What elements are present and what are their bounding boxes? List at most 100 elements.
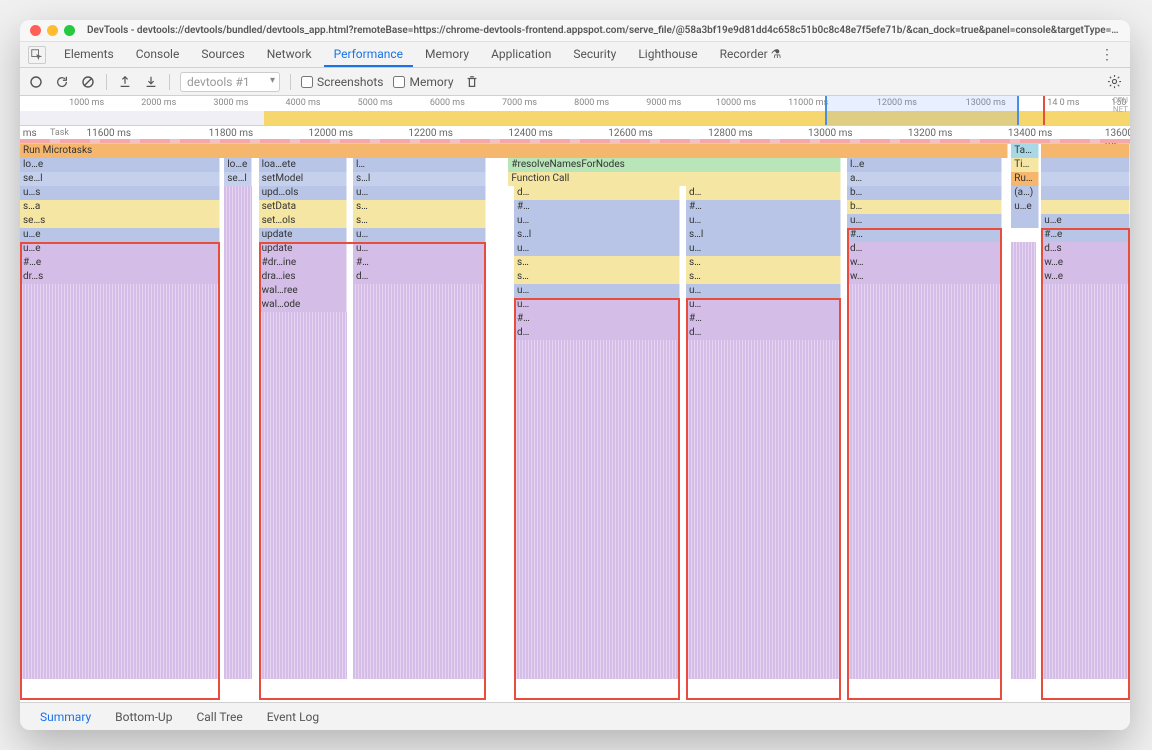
- flame-bar[interactable]: update: [259, 242, 348, 256]
- flame-bar[interactable]: [1041, 158, 1130, 172]
- flame-deep-stack[interactable]: [686, 340, 841, 679]
- flame-deep-stack[interactable]: [847, 284, 1002, 679]
- details-tab-bottomup[interactable]: Bottom-Up: [105, 706, 182, 728]
- flame-chart[interactable]: Run MicrotasksTasklo…elo…eloa…etel…#reso…: [20, 144, 1130, 702]
- details-tab-summary[interactable]: Summary: [30, 706, 101, 728]
- timeline-overview[interactable]: 1000 ms2000 ms3000 ms4000 ms5000 ms6000 …: [20, 96, 1130, 126]
- flame-bar[interactable]: [1041, 186, 1130, 200]
- profile-selector[interactable]: devtools #1: [180, 72, 280, 92]
- flame-bar[interactable]: s…l: [353, 172, 486, 186]
- flame-bar[interactable]: d…s: [1041, 242, 1130, 256]
- flame-bar[interactable]: #…: [686, 312, 841, 326]
- flame-bar[interactable]: wal…ode: [259, 298, 348, 312]
- flame-bar[interactable]: s…a: [20, 200, 220, 214]
- flame-ruler[interactable]: Task 400 ms11600 ms11800 ms12000 ms12200…: [20, 126, 1130, 144]
- flame-bar[interactable]: dr…s: [20, 270, 220, 284]
- flame-bar[interactable]: #…: [686, 200, 841, 214]
- trash-icon[interactable]: [464, 74, 480, 90]
- flame-bar[interactable]: s…: [686, 270, 841, 284]
- flame-bar[interactable]: upd…ols: [259, 186, 348, 200]
- panel-tab-network[interactable]: Network: [257, 43, 322, 67]
- flame-bar[interactable]: u…: [514, 214, 681, 228]
- flame-bar[interactable]: d…: [514, 326, 681, 340]
- flame-bar[interactable]: s…: [514, 270, 681, 284]
- memory-checkbox[interactable]: Memory: [393, 75, 453, 89]
- flame-bar[interactable]: setData: [259, 200, 348, 214]
- flame-bar[interactable]: se…l: [20, 172, 220, 186]
- maximize-window-icon[interactable]: [64, 25, 75, 36]
- upload-icon[interactable]: [117, 74, 133, 90]
- flame-bar[interactable]: u…e: [1041, 214, 1130, 228]
- flame-bar[interactable]: u…e: [20, 228, 220, 242]
- flame-bar[interactable]: update: [259, 228, 348, 242]
- flame-bar[interactable]: [1041, 144, 1130, 158]
- flame-bar[interactable]: Timer Fired: [1011, 158, 1039, 172]
- flame-bar[interactable]: #…e: [1041, 228, 1130, 242]
- flame-bar[interactable]: s…: [353, 200, 486, 214]
- flame-deep-stack[interactable]: [514, 340, 681, 679]
- flame-bar[interactable]: u…: [686, 242, 841, 256]
- clear-icon[interactable]: [80, 74, 96, 90]
- flame-bar[interactable]: Run Microtasks: [20, 144, 1008, 158]
- panel-tab-console[interactable]: Console: [126, 43, 190, 67]
- flame-bar[interactable]: lo…e: [224, 158, 252, 172]
- flame-bar[interactable]: lo…e: [20, 158, 220, 172]
- flame-bar[interactable]: #…: [847, 228, 1002, 242]
- flame-bar[interactable]: d…: [847, 242, 1002, 256]
- details-tab-eventlog[interactable]: Event Log: [257, 706, 329, 728]
- panel-tab-lighthouse[interactable]: Lighthouse: [628, 43, 707, 67]
- flame-bar[interactable]: d…: [686, 186, 841, 200]
- flame-bar[interactable]: #resolveNamesForNodes: [508, 158, 841, 172]
- flame-bar[interactable]: w…e: [1041, 270, 1130, 284]
- flame-bar[interactable]: u…s: [20, 186, 220, 200]
- flame-bar[interactable]: u…e: [1011, 200, 1039, 214]
- panel-tab-elements[interactable]: Elements: [54, 43, 124, 67]
- gear-icon[interactable]: [1106, 74, 1122, 90]
- flame-bar[interactable]: w…: [847, 270, 1002, 284]
- flame-bar[interactable]: s…l: [686, 228, 841, 242]
- flame-bar[interactable]: u…: [353, 242, 486, 256]
- flame-bar[interactable]: se…s: [20, 214, 220, 228]
- flame-bar[interactable]: (a…): [1011, 186, 1039, 200]
- flame-bar[interactable]: w…: [847, 256, 1002, 270]
- flame-bar[interactable]: #…e: [20, 256, 220, 270]
- inspect-element-icon[interactable]: [28, 46, 46, 64]
- screenshots-checkbox[interactable]: Screenshots: [301, 75, 383, 89]
- minimize-window-icon[interactable]: [47, 25, 58, 36]
- flame-bar[interactable]: Function Call: [508, 172, 841, 186]
- details-tab-calltree[interactable]: Call Tree: [186, 706, 252, 728]
- flame-bar[interactable]: u…: [514, 284, 681, 298]
- flame-bar[interactable]: l…e: [847, 158, 1002, 172]
- flame-bar[interactable]: wal…ree: [259, 284, 348, 298]
- flame-deep-stack[interactable]: [1011, 242, 1035, 679]
- flame-bar[interactable]: [1011, 214, 1039, 228]
- flame-bar[interactable]: set…ols: [259, 214, 348, 228]
- flame-bar[interactable]: l…: [353, 158, 486, 172]
- flame-bar[interactable]: s…l: [514, 228, 681, 242]
- overview-selection-handle[interactable]: [825, 96, 1019, 125]
- panel-tab-application[interactable]: Application: [481, 43, 561, 67]
- flame-bar[interactable]: s…: [686, 256, 841, 270]
- flame-bar[interactable]: b…: [847, 200, 1002, 214]
- record-icon[interactable]: [28, 74, 44, 90]
- flame-bar[interactable]: d…: [686, 326, 841, 340]
- flame-bar[interactable]: u…: [847, 214, 1002, 228]
- flame-bar[interactable]: s…: [514, 256, 681, 270]
- flame-deep-stack[interactable]: [224, 186, 252, 679]
- download-icon[interactable]: [143, 74, 159, 90]
- reload-icon[interactable]: [54, 74, 70, 90]
- panel-tab-sources[interactable]: Sources: [191, 43, 254, 67]
- flame-deep-stack[interactable]: [353, 284, 486, 679]
- flame-deep-stack[interactable]: [259, 312, 348, 679]
- panel-tab-memory[interactable]: Memory: [415, 43, 479, 67]
- flame-bar[interactable]: u…: [686, 214, 841, 228]
- flame-bar[interactable]: u…: [514, 242, 681, 256]
- flame-bar[interactable]: #…: [514, 312, 681, 326]
- panel-tab-recorder[interactable]: Recorder ⚗: [710, 43, 792, 67]
- flame-bar[interactable]: loa…ete: [259, 158, 348, 172]
- flame-bar[interactable]: #dr…ine: [259, 256, 348, 270]
- flame-deep-stack[interactable]: [1041, 284, 1130, 679]
- flame-bar[interactable]: Run Microtasks: [1011, 172, 1039, 186]
- flame-bar[interactable]: d…: [514, 186, 681, 200]
- flame-bar[interactable]: w…e: [1041, 256, 1130, 270]
